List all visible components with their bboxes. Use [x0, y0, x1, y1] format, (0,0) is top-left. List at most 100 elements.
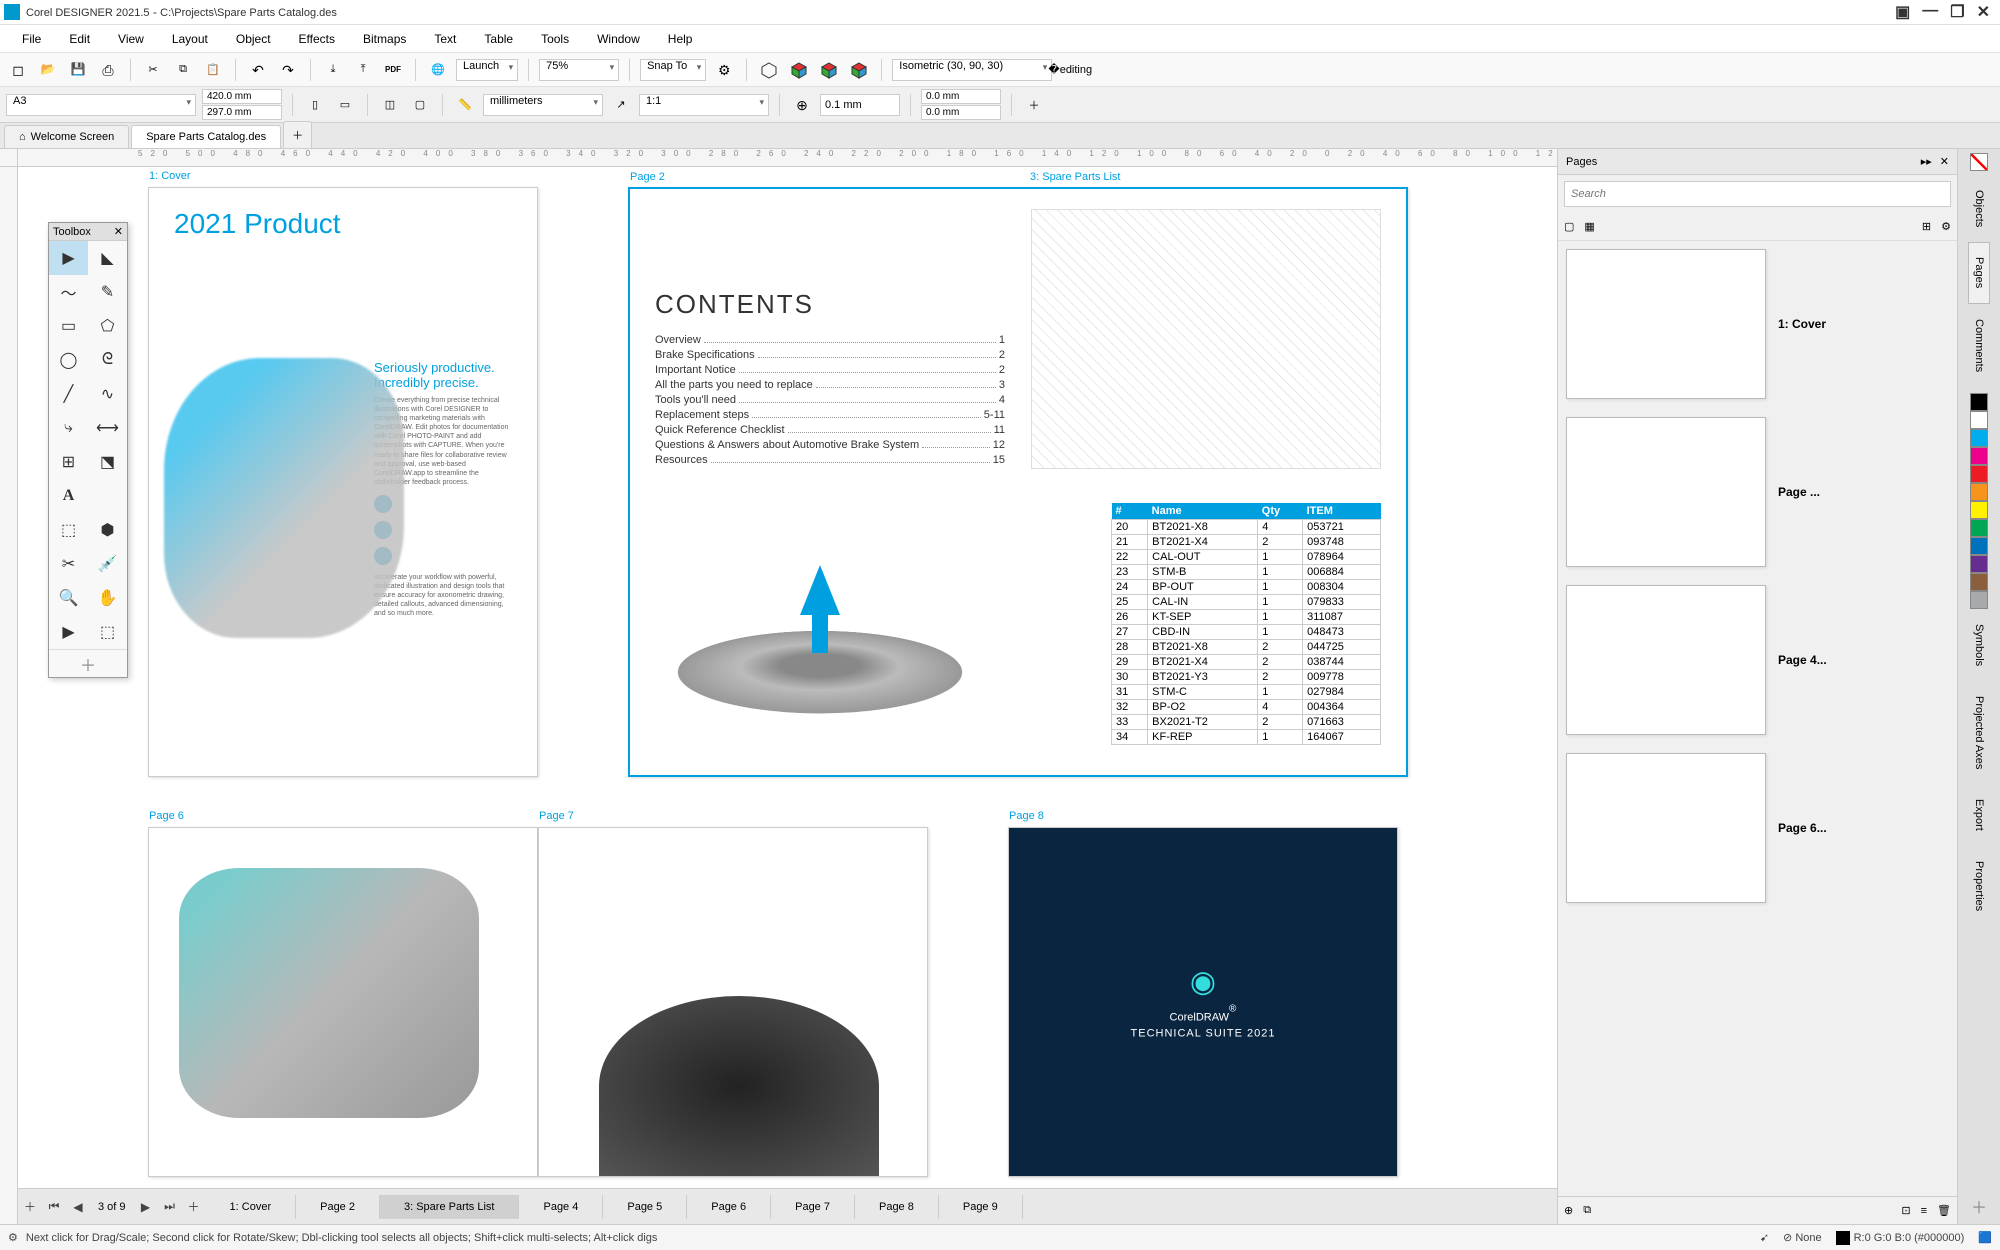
color-swatch[interactable] — [1970, 393, 1988, 411]
pick-tool[interactable]: ▶ — [49, 241, 88, 275]
menu-layout[interactable]: Layout — [158, 28, 222, 50]
pages-list-item[interactable]: Page 6... — [1566, 753, 1949, 903]
minimize-button[interactable]: — — [1922, 2, 1938, 22]
vertical-ruler[interactable] — [0, 167, 18, 1224]
pages-list-item[interactable]: 1: Cover — [1566, 249, 1949, 399]
table-tool[interactable]: ⊞ — [49, 445, 88, 479]
page-tab[interactable]: Page 2 — [296, 1195, 380, 1219]
dimension-tool[interactable]: ⟷ — [88, 411, 127, 445]
draw-scale-icon[interactable]: ↗ — [609, 93, 633, 117]
portrait-button[interactable]: ▯ — [303, 93, 327, 117]
copy-button[interactable]: ⧉ — [171, 58, 195, 82]
new-tab-button[interactable]: ＋ — [283, 121, 312, 148]
search-input[interactable] — [1564, 181, 1951, 207]
page-tab[interactable]: Page 6 — [687, 1195, 771, 1219]
tab-comments[interactable]: Comments — [1968, 304, 1990, 387]
tab-welcome[interactable]: ⌂Welcome Screen — [4, 125, 129, 148]
menu-file[interactable]: File — [8, 28, 55, 50]
ruler-origin[interactable] — [0, 149, 18, 167]
menu-help[interactable]: Help — [654, 28, 707, 50]
units-dropdown[interactable]: millimeters — [483, 94, 603, 116]
redo-button[interactable] — [276, 58, 300, 82]
multi-page-view-icon[interactable]: ▦ — [1584, 220, 1594, 233]
page-tab[interactable]: 1: Cover — [206, 1195, 297, 1219]
tab-properties[interactable]: Properties — [1968, 846, 1990, 926]
effects-tool[interactable]: ⬢ — [88, 513, 127, 547]
tab-symbols[interactable]: Symbols — [1968, 609, 1990, 681]
menu-object[interactable]: Object — [222, 28, 285, 50]
transparency-tool[interactable]: ⬚ — [88, 615, 127, 649]
menu-tools[interactable]: Tools — [527, 28, 583, 50]
all-pages-icon[interactable]: ◫ — [378, 93, 402, 117]
page-7[interactable]: Page 7 — [538, 827, 928, 1177]
line-tool[interactable]: ╱ — [49, 377, 88, 411]
menu-text[interactable]: Text — [420, 28, 470, 50]
add-docker-button[interactable]: ＋ — [1965, 1188, 1993, 1224]
next-page-button[interactable]: ▶ — [134, 1195, 158, 1219]
user-icon[interactable]: ▣ — [1895, 2, 1910, 22]
tab-export[interactable]: Export — [1968, 784, 1990, 846]
save-button[interactable] — [66, 58, 90, 82]
color-swatch[interactable] — [1970, 555, 1988, 573]
page-tab[interactable]: Page 5 — [603, 1195, 687, 1219]
callout-tool[interactable]: ⬔ — [88, 445, 127, 479]
projection-dropdown[interactable]: Isometric (30, 90, 30) — [892, 59, 1052, 81]
nudge-icon[interactable] — [790, 93, 814, 117]
cube-blue-icon[interactable] — [847, 58, 871, 82]
ellipse-tool[interactable]: ◯ — [49, 343, 88, 377]
new-button[interactable] — [6, 58, 30, 82]
page-8[interactable]: Page 8 ◉ CorelDRAW® TECHNICAL SUITE 2021 — [1008, 827, 1398, 1177]
launch-dropdown[interactable]: Launch — [456, 59, 518, 81]
menu-table[interactable]: Table — [470, 28, 527, 50]
color-swatch[interactable] — [1970, 591, 1988, 609]
menu-effects[interactable]: Effects — [285, 28, 349, 50]
color-swatch[interactable] — [1970, 537, 1988, 555]
text-tool[interactable]: A — [49, 479, 88, 513]
page-tab[interactable]: Page 4 — [519, 1195, 603, 1219]
add-tool-button[interactable]: ＋ — [49, 649, 127, 677]
options-gear-icon[interactable] — [712, 58, 736, 82]
undo-button[interactable] — [246, 58, 270, 82]
page-tab[interactable]: Page 7 — [771, 1195, 855, 1219]
nudge-input[interactable] — [820, 94, 900, 116]
snap-to-dropdown[interactable]: Snap To — [640, 59, 706, 81]
3d-tool[interactable]: ⬚ — [49, 513, 88, 547]
cut-button[interactable]: ✂ — [141, 58, 165, 82]
import-button[interactable]: ⤓ — [321, 58, 345, 82]
cube-red-icon[interactable] — [787, 58, 811, 82]
page-width-input[interactable] — [202, 89, 282, 104]
options-icon[interactable]: ⊞ — [1922, 220, 1931, 233]
duplicate-x-input[interactable] — [921, 89, 1001, 104]
freehand-tool[interactable]: 〜 — [49, 275, 88, 309]
globe-icon[interactable]: 🌐 — [426, 58, 450, 82]
crop-tool[interactable]: ✂ — [49, 547, 88, 581]
rectangle-tool[interactable]: ▭ — [49, 309, 88, 343]
delete-page-icon[interactable]: 🗑 — [1937, 1204, 1951, 1217]
settings-gear-icon[interactable]: ⚙ — [1941, 220, 1951, 233]
color-swatch[interactable] — [1970, 483, 1988, 501]
menu-edit[interactable]: Edit — [55, 28, 104, 50]
outline-color-chip[interactable] — [1836, 1231, 1850, 1245]
polygon-tool[interactable]: ⬠ — [88, 309, 127, 343]
projection-edit-icon[interactable]: �editing — [1058, 58, 1082, 82]
gear-icon[interactable]: ⚙ — [8, 1231, 18, 1244]
color-swatch[interactable] — [1970, 573, 1988, 591]
current-page-icon[interactable]: ▢ — [408, 93, 432, 117]
menu-bitmaps[interactable]: Bitmaps — [349, 28, 420, 50]
landscape-button[interactable]: ▭ — [333, 93, 357, 117]
page-1-cover[interactable]: 1: Cover 2021 Product Seriously producti… — [148, 187, 538, 777]
color-swatch[interactable] — [1970, 501, 1988, 519]
prev-page-button[interactable]: ◀ — [66, 1195, 90, 1219]
tab-pages[interactable]: Pages — [1968, 242, 1990, 303]
page-spread-2-3[interactable]: Page 2 3: Spare Parts List CONTENTS Over… — [628, 187, 1408, 777]
zoom-dropdown[interactable]: 75% — [539, 59, 619, 81]
list-view-icon[interactable]: ≡ — [1921, 1205, 1927, 1217]
print-button[interactable] — [96, 58, 120, 82]
close-button[interactable]: ✕ — [1977, 2, 1990, 22]
duplicate-page-icon[interactable]: ⧉ — [1583, 1204, 1591, 1217]
curve-tool[interactable]: ∿ — [88, 377, 127, 411]
spiral-tool[interactable]: ᘓ — [88, 343, 127, 377]
open-button[interactable] — [36, 58, 60, 82]
page-size-dropdown[interactable]: A3 — [6, 94, 196, 116]
pages-list-item[interactable]: Page ... — [1566, 417, 1949, 567]
